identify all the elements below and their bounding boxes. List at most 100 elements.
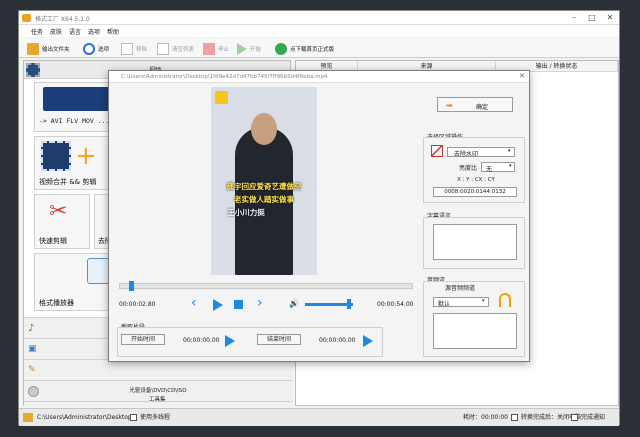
title-bar: 格式工厂 X64 5.1.0 – □ ✕ [19,11,619,25]
film-icon [26,63,40,77]
video-preview[interactable]: 龚宇回应爱奇艺遭做空 老实做人踏实做事 王小川力挺 [211,87,317,275]
remove-label: 移除 [136,46,148,53]
disc-icon [28,386,39,397]
document-category[interactable]: ✎ [24,359,292,380]
video-preview-dialog: C:\Users\Administrator\Desktop\1fd9e42d7… [108,70,530,362]
menu-skin[interactable]: 皮肤 [50,27,62,36]
maximize-icon[interactable]: □ [585,12,599,24]
watermark-select[interactable]: 去除水印 ▾ [447,147,515,158]
menu-bar: 任务 皮肤 语言 选项 帮助 [19,25,619,37]
start-label: 开始 [250,46,262,53]
output-folder-label: 输出文件夹 [42,46,70,53]
output-path: C:\Users\Administrator\Desktop [37,414,132,421]
dialog-title: C:\Users\Administrator\Desktop\1fd9e42d7… [109,71,529,83]
end-time-button[interactable]: 结束时间 [257,334,301,345]
merge-clip-label: 视频合并 && 剪辑 [39,178,97,186]
headphones-icon [499,293,511,307]
volume-icon[interactable]: 🔊 [289,299,299,308]
stop-icon [203,42,215,55]
audio-track-list[interactable] [433,313,517,349]
document-edit-icon: ✎ [28,365,36,375]
player-label: 格式播放器 [39,299,74,307]
app-logo-icon [22,14,31,22]
close-icon[interactable]: ✕ [603,12,617,24]
format-icons [43,87,115,111]
window-title: 格式工厂 X64 5.1.0 [35,16,90,23]
watermark-select-value: 去除水印 [454,151,479,158]
document-icon [121,42,133,55]
start-time-button[interactable]: 开始时间 [121,334,165,345]
dialog-close-icon[interactable]: ✕ [519,72,525,80]
start-button[interactable]: 开始 [237,42,261,55]
stop-playback-icon[interactable] [234,300,243,309]
folder-icon [27,42,39,55]
image-icon: ▣ [28,344,37,354]
format-row-label: -> AVI FLV MOV .... [39,117,114,125]
prev-frame-icon[interactable]: ‹ [191,295,197,311]
clear-list-icon [157,42,169,55]
clear-list-button[interactable]: 清空列表 [157,42,194,55]
options-button[interactable]: 选项 [83,42,109,55]
download-label: 点下载首页正式版 [290,46,335,53]
output-folder-button[interactable]: 输出文件夹 [27,42,70,55]
download-icon [275,42,287,55]
brightness-value: 无 [486,166,493,173]
minimize-icon[interactable]: – [567,12,581,24]
remove-button[interactable]: 移除 [121,42,147,55]
shutdown-checkbox[interactable] [511,414,518,421]
menu-options[interactable]: 选项 [88,27,100,36]
ok-label: 确定 [476,104,489,111]
notify-label: 完成通知 [581,414,606,421]
channel-logo-icon [215,91,228,104]
menu-task[interactable]: 任务 [31,27,43,36]
play-icon[interactable] [213,299,223,311]
crop-no-fill-icon[interactable] [431,145,443,157]
ok-button[interactable]: ➡ 确定 [437,97,513,112]
end-time-value: 00:00:00.00 [319,337,356,344]
set-start-icon[interactable] [225,335,235,347]
elapsed-time: 耗时：00:00:00 [463,414,508,421]
menu-language[interactable]: 语言 [69,27,81,36]
coords-label: X : Y : CX : CY [457,177,495,183]
film-strip-icon [41,141,71,171]
quick-cut-card[interactable]: ✂ 快速剪辑 [34,194,90,249]
plus-icon: + [75,141,97,171]
set-end-icon[interactable] [363,335,373,347]
total-time: 00:00:54.00 [377,301,414,308]
chevron-down-icon: ▾ [509,163,512,169]
coords-field[interactable]: 0008:0020:0144:0132 [433,187,517,197]
current-time: 00:00:02.80 [119,301,156,308]
quick-cut-label: 快速剪辑 [39,237,67,245]
status-bar: C:\Users\Administrator\Desktop 使用多线程 耗时：… [19,408,619,426]
start-icon [237,42,247,55]
menu-help[interactable]: 帮助 [107,27,119,36]
toolbar: 输出文件夹 选项 移除 清空列表 停止 开始 点下载首页正式版 [19,38,619,58]
stop-button[interactable]: 停止 [203,42,229,55]
audio-channel-value: 默认 [438,301,451,308]
multithread-checkbox[interactable] [130,414,137,421]
volume-slider[interactable] [305,299,353,309]
video-caption-1: 龚宇回应爱奇艺遭做空 [226,182,302,191]
clear-list-label: 清空列表 [172,46,195,53]
chevron-down-icon: ▾ [482,298,485,304]
options-label: 选项 [98,46,110,53]
video-caption-3: 王小川力挺 [227,208,265,217]
download-link[interactable]: 点下载首页正式版 [275,42,334,55]
video-caption-2: 老实做人踏实做事 [234,195,294,204]
audio-channel-select[interactable]: 默认 ▾ [433,297,489,308]
seek-handle[interactable] [129,281,134,291]
notify-checkbox[interactable] [571,414,578,421]
next-frame-icon[interactable]: › [257,295,263,311]
audio-channel-label: 源音频频道 [445,285,476,292]
volume-handle[interactable] [347,299,351,309]
seek-bar[interactable] [119,281,413,291]
rom-device-label: 光驱设备\DVD\CD\ISO [129,388,187,394]
multithread-label: 使用多线程 [140,414,171,421]
subtitle-list[interactable] [433,224,517,260]
speaker-head [251,113,277,145]
options-icon [83,42,95,55]
tools-category-label[interactable]: 工具集 [149,395,166,403]
brightness-select[interactable]: 无 ▾ [481,162,515,173]
coords-value: 0008:0020:0144:0132 [444,189,506,195]
start-time-value: 00:00:00.00 [183,337,220,344]
